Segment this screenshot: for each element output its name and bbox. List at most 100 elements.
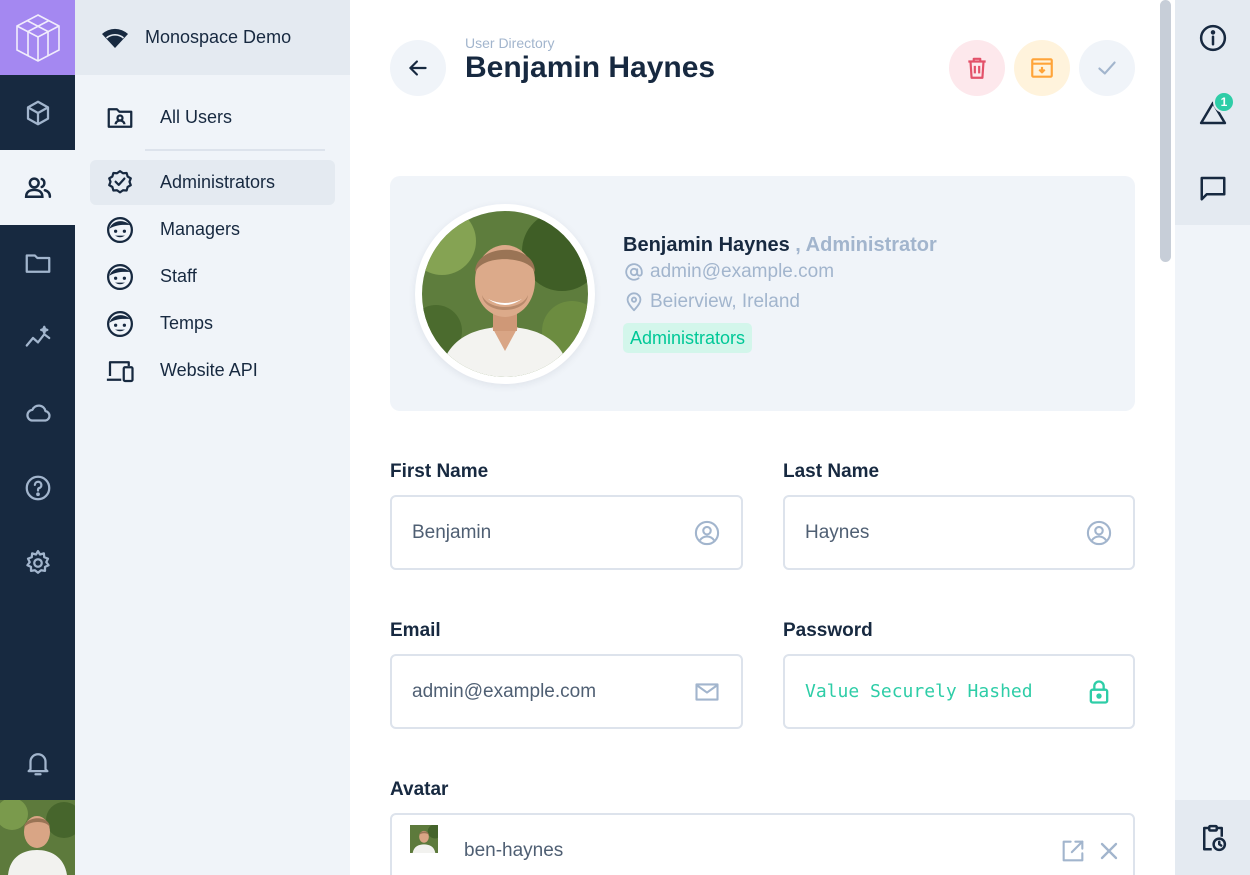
first-name-field[interactable]: Benjamin bbox=[390, 495, 743, 570]
nav-item-temps[interactable]: Temps bbox=[90, 301, 335, 346]
cloud-icon bbox=[25, 403, 51, 422]
app-logo[interactable] bbox=[0, 0, 75, 75]
profile-full-name: Benjamin Haynes bbox=[623, 234, 790, 256]
verified-badge-icon bbox=[108, 169, 132, 193]
page-title: Benjamin Haynes bbox=[465, 51, 716, 84]
nav-item-label: Temps bbox=[160, 313, 214, 333]
profile-location: Beierview, Ireland bbox=[623, 291, 800, 313]
account-circle-icon bbox=[694, 520, 720, 545]
activity-button[interactable] bbox=[1175, 800, 1250, 875]
users-icon bbox=[24, 176, 51, 198]
profile-photo bbox=[422, 211, 588, 377]
mail-icon bbox=[695, 682, 719, 701]
avatar-photo bbox=[0, 800, 75, 875]
profile-email-text: admin@example.com bbox=[650, 261, 835, 282]
open-in-new-icon[interactable] bbox=[1059, 837, 1087, 865]
project-header[interactable]: Monospace Demo bbox=[75, 0, 350, 75]
avatar-thumbnail[interactable] bbox=[402, 824, 454, 875]
nav-item-managers[interactable]: Managers bbox=[90, 207, 335, 252]
nav-list: All Users Administrators Managers Staff … bbox=[75, 75, 350, 415]
help-icon bbox=[25, 475, 50, 500]
module-users[interactable] bbox=[0, 150, 75, 225]
bell-icon bbox=[27, 752, 48, 775]
lock-icon bbox=[1089, 679, 1109, 704]
first-name-value: Benjamin bbox=[412, 521, 492, 543]
nav-divider bbox=[145, 149, 325, 151]
profile-name: Benjamin Haynes , Administrator bbox=[623, 234, 937, 257]
nav-item-label: All Users bbox=[160, 107, 233, 127]
account-circle-icon bbox=[1086, 520, 1112, 545]
nav-item-website-api[interactable]: Website API bbox=[90, 348, 335, 393]
arrow-left-icon bbox=[409, 60, 427, 76]
folder-icon bbox=[25, 253, 50, 273]
breadcrumb[interactable]: User Directory bbox=[465, 35, 554, 51]
notifications-button[interactable] bbox=[0, 725, 75, 800]
nav-item-label: Administrators bbox=[160, 172, 276, 192]
profile-avatar bbox=[415, 204, 595, 384]
module-insights[interactable] bbox=[0, 300, 75, 375]
password-field[interactable]: Value Securely Hashed bbox=[783, 654, 1135, 729]
email-label: Email bbox=[390, 620, 441, 641]
nav-item-label: Staff bbox=[160, 266, 197, 286]
wifi-icon bbox=[100, 23, 130, 53]
nav-item-staff[interactable]: Staff bbox=[90, 254, 335, 299]
face-icon bbox=[107, 263, 133, 290]
right-sidebar: 1 bbox=[1175, 0, 1250, 875]
module-files[interactable] bbox=[0, 225, 75, 300]
project-name: Monospace Demo bbox=[145, 27, 292, 47]
trash-icon bbox=[968, 57, 986, 79]
avatar-label: Avatar bbox=[390, 779, 449, 800]
avatar-file-name: ben-haynes bbox=[464, 839, 564, 861]
insights-icon bbox=[25, 325, 50, 347]
password-label: Password bbox=[783, 620, 873, 641]
location-pin-icon bbox=[626, 292, 642, 312]
info-icon bbox=[1199, 24, 1226, 51]
page-header: User Directory Benjamin Haynes bbox=[390, 30, 1135, 105]
save-button[interactable] bbox=[1079, 40, 1135, 96]
nav-item-administrators[interactable]: Administrators bbox=[90, 160, 335, 205]
profile-role: , Administrator bbox=[795, 234, 937, 256]
archive-icon bbox=[1031, 58, 1053, 78]
module-help[interactable] bbox=[0, 450, 75, 525]
face-icon bbox=[107, 310, 133, 337]
user-profile-card: Benjamin Haynes , Administrator admin@ex… bbox=[390, 176, 1135, 411]
cube-icon bbox=[26, 100, 49, 125]
delete-button[interactable] bbox=[949, 40, 1005, 96]
scrollbar[interactable] bbox=[1157, 0, 1175, 875]
profile-email: admin@example.com bbox=[623, 261, 834, 283]
revisions-button[interactable] bbox=[1175, 75, 1250, 150]
navigation-panel: Monospace Demo All Users Administrators bbox=[75, 0, 350, 875]
face-icon bbox=[107, 216, 133, 243]
module-cloud[interactable] bbox=[0, 375, 75, 450]
last-name-value: Haynes bbox=[805, 521, 870, 543]
module-settings[interactable] bbox=[0, 525, 75, 600]
settings-icon bbox=[25, 549, 50, 574]
archive-button[interactable] bbox=[1014, 40, 1070, 96]
close-icon[interactable] bbox=[1095, 837, 1123, 865]
last-name-label: Last Name bbox=[783, 461, 880, 482]
comment-icon bbox=[1200, 176, 1225, 200]
module-bar bbox=[0, 0, 75, 875]
email-value: admin@example.com bbox=[412, 680, 597, 702]
password-value: Value Securely Hashed bbox=[805, 681, 1033, 702]
devices-icon bbox=[106, 360, 134, 382]
avatar-field[interactable]: ben-haynes bbox=[390, 813, 1135, 875]
check-icon bbox=[1098, 61, 1116, 75]
current-user-avatar[interactable] bbox=[0, 800, 75, 875]
first-name-label: First Name bbox=[390, 461, 489, 482]
main-content: User Directory Benjamin Haynes Benjamin … bbox=[350, 0, 1175, 875]
profile-location-text: Beierview, Ireland bbox=[650, 291, 800, 312]
back-button[interactable] bbox=[390, 40, 446, 96]
logo-cube-icon bbox=[15, 13, 60, 62]
email-field[interactable]: admin@example.com bbox=[390, 654, 743, 729]
revisions-badge: 1 bbox=[1213, 91, 1235, 113]
scrollbar-thumb[interactable] bbox=[1160, 0, 1171, 262]
clipboard-clock-icon bbox=[1202, 824, 1226, 851]
last-name-field[interactable]: Haynes bbox=[783, 495, 1135, 570]
at-icon bbox=[625, 263, 643, 281]
nav-item-all-users[interactable]: All Users bbox=[90, 95, 335, 140]
module-content[interactable] bbox=[0, 75, 75, 150]
comments-button[interactable] bbox=[1175, 150, 1250, 225]
info-button[interactable] bbox=[1175, 0, 1250, 75]
folder-user-icon bbox=[107, 107, 133, 128]
